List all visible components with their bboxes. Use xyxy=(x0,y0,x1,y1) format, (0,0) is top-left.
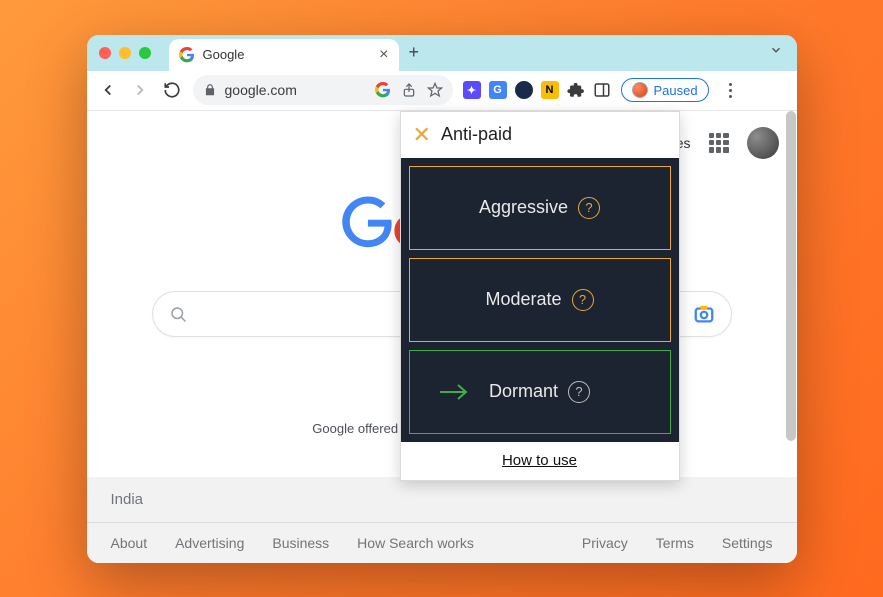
popup-title: Anti-paid xyxy=(441,124,512,145)
address-bar[interactable]: google.com xyxy=(193,75,453,105)
extension-icon-3[interactable] xyxy=(515,81,533,99)
scrollbar[interactable] xyxy=(786,111,796,441)
side-panel-icon[interactable] xyxy=(593,81,611,99)
extension-popup: ✕ Anti-paid Aggressive ? Moderate ? Dorm… xyxy=(400,111,680,481)
google-site-icon[interactable] xyxy=(375,82,391,98)
popup-options: Aggressive ? Moderate ? Dormant ? xyxy=(401,158,679,442)
popup-footer: How to use xyxy=(401,442,679,480)
google-apps-icon[interactable] xyxy=(709,133,729,153)
active-arrow-icon xyxy=(438,382,470,402)
paused-label: Paused xyxy=(654,83,698,98)
footer-how-search-works-link[interactable]: How Search works xyxy=(357,535,474,551)
option-label: Aggressive xyxy=(479,197,568,218)
browser-menu-button[interactable] xyxy=(723,83,739,98)
help-icon[interactable]: ? xyxy=(572,289,594,311)
option-label: Dormant xyxy=(489,381,558,402)
window-controls xyxy=(99,47,151,59)
browser-toolbar: google.com ✦ G N Paused xyxy=(87,71,797,111)
address-bar-actions xyxy=(375,82,443,98)
footer-links: About Advertising Business How Search wo… xyxy=(87,523,797,563)
forward-button[interactable] xyxy=(129,81,151,99)
how-to-use-link[interactable]: How to use xyxy=(502,452,577,469)
tab-close-icon[interactable]: × xyxy=(379,46,388,64)
browser-tab[interactable]: Google × xyxy=(169,39,399,71)
window-titlebar: Google × + xyxy=(87,35,797,71)
extensions-row: ✦ G N xyxy=(463,81,611,99)
mode-option-moderate[interactable]: Moderate ? xyxy=(409,258,671,342)
minimize-window-icon[interactable] xyxy=(119,47,131,59)
tabs-dropdown-icon[interactable] xyxy=(769,43,783,62)
account-avatar[interactable] xyxy=(747,127,779,159)
mode-option-aggressive[interactable]: Aggressive ? xyxy=(409,166,671,250)
bookmark-star-icon[interactable] xyxy=(427,82,443,98)
profile-avatar-small-icon xyxy=(632,82,648,98)
profile-paused-chip[interactable]: Paused xyxy=(621,78,709,102)
option-label: Moderate xyxy=(485,289,561,310)
help-icon[interactable]: ? xyxy=(578,197,600,219)
lock-icon xyxy=(203,83,217,97)
footer-terms-link[interactable]: Terms xyxy=(656,535,694,551)
image-search-icon[interactable] xyxy=(693,303,715,325)
page-footer: India About Advertising Business How Sea… xyxy=(87,477,797,563)
tab-title: Google xyxy=(203,47,372,62)
extensions-puzzle-icon[interactable] xyxy=(567,81,585,99)
url-text: google.com xyxy=(225,82,367,98)
footer-settings-link[interactable]: Settings xyxy=(722,535,773,551)
browser-window: Google × + google.com ✦ G N xyxy=(87,35,797,563)
footer-country: India xyxy=(87,477,797,523)
back-button[interactable] xyxy=(97,81,119,99)
popup-logo-icon: ✕ xyxy=(413,122,431,148)
extension-icon-4[interactable]: N xyxy=(541,81,559,99)
maximize-window-icon[interactable] xyxy=(139,47,151,59)
mode-option-dormant[interactable]: Dormant ? xyxy=(409,350,671,434)
reload-button[interactable] xyxy=(161,81,183,99)
footer-privacy-link[interactable]: Privacy xyxy=(582,535,628,551)
new-tab-button[interactable]: + xyxy=(409,42,420,63)
google-favicon-icon xyxy=(179,47,195,63)
extension-translate-icon[interactable]: G xyxy=(489,81,507,99)
footer-business-link[interactable]: Business xyxy=(272,535,329,551)
close-window-icon[interactable] xyxy=(99,47,111,59)
extension-icon-1[interactable]: ✦ xyxy=(463,81,481,99)
popup-header: ✕ Anti-paid xyxy=(401,112,679,158)
help-icon[interactable]: ? xyxy=(568,381,590,403)
footer-about-link[interactable]: About xyxy=(111,535,148,551)
footer-advertising-link[interactable]: Advertising xyxy=(175,535,244,551)
share-icon[interactable] xyxy=(401,82,417,98)
search-icon xyxy=(169,305,187,323)
